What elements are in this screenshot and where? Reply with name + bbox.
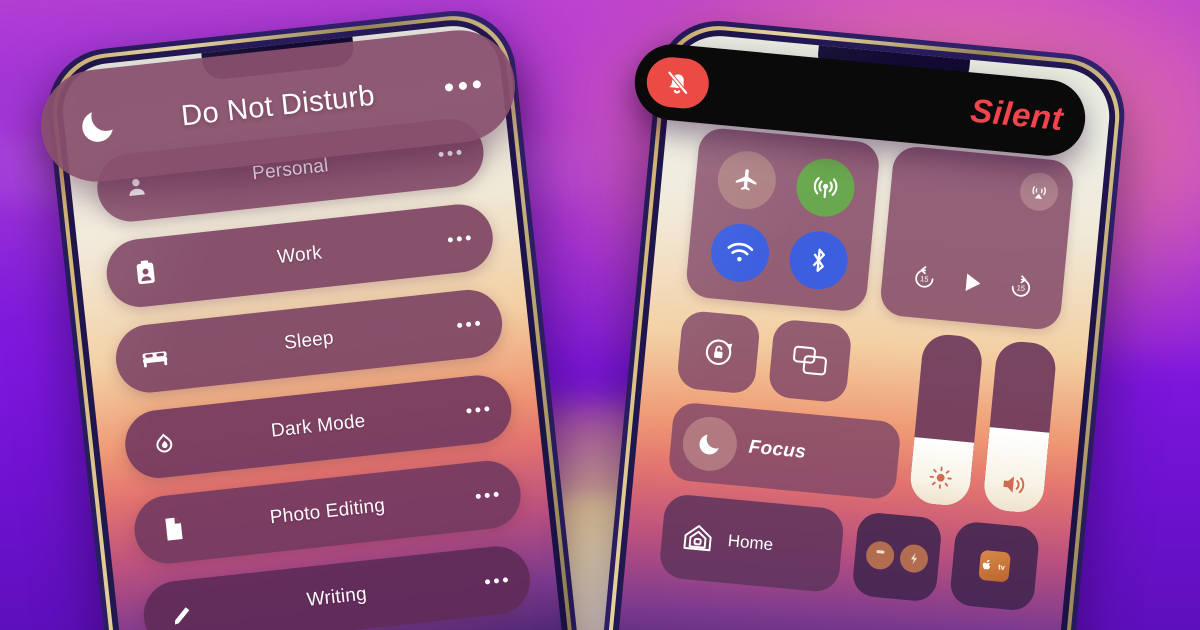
focus-row-label: Work [276,242,324,269]
svg-text:tv: tv [998,562,1006,572]
home-tile[interactable]: Home [658,492,846,594]
play-icon[interactable] [957,268,988,299]
more-options-icon[interactable] [437,234,471,244]
silent-label: Silent [968,91,1065,138]
flashlight-icon[interactable] [864,540,896,571]
apple-tv-icon: tv [978,549,1011,583]
timer-icon[interactable] [898,543,930,574]
airplane-mode-toggle[interactable] [715,148,779,212]
brightness-icon [910,462,972,494]
media-playback-tile: 15 15 [878,144,1076,332]
airplay-icon[interactable] [1018,171,1060,213]
sliders-group [908,332,1058,515]
cellular-data-toggle[interactable] [793,155,857,219]
more-options-icon[interactable] [465,491,499,500]
focus-row-label: Writing [305,583,368,611]
focus-row-label: Sleep [283,327,335,354]
screenshot-stage: Personal Work Sleep Dark Mode Photo Edit… [0,0,1200,630]
focus-tile-label: Focus [747,436,807,463]
more-options-icon[interactable] [474,576,509,586]
home-icon [681,521,716,556]
rewind-15-icon[interactable]: 15 [910,264,938,292]
document-icon [155,510,192,547]
focus-row-label: Photo Editing [268,495,387,529]
moon-icon [680,414,740,474]
control-center-bottom-row: Home tv [658,492,1041,612]
volume-slider[interactable] [981,339,1058,515]
connectivity-tile [684,126,881,313]
more-options-icon[interactable] [446,320,481,329]
pencil-icon [164,596,201,630]
do-not-disturb-title: Do Not Disturb [179,79,377,132]
droplet-icon [145,425,182,462]
bell-slash-icon [644,54,712,111]
focus-row-label: Dark Mode [270,410,367,442]
more-options-icon[interactable] [427,149,462,158]
forward-15-icon[interactable]: 15 [1007,273,1035,301]
more-options-icon[interactable] [435,79,482,93]
control-center: 15 15 Focus Home tv [658,126,1076,612]
toggles-and-focus-column: Focus [667,309,910,501]
focus-mode-list: Personal Work Sleep Dark Mode Photo Edit… [93,115,534,630]
svg-text:15: 15 [1016,283,1025,293]
flashlight-timer-tile[interactable] [851,511,943,603]
rotation-lock-icon[interactable] [676,309,762,395]
moon-icon [73,103,123,148]
focus-tile[interactable]: Focus [667,401,902,501]
svg-text:15: 15 [920,274,929,284]
brightness-slider[interactable] [908,332,985,508]
home-tile-label: Home [726,531,774,555]
more-options-icon[interactable] [455,405,490,415]
bed-icon [136,339,173,376]
screen-mirroring-icon[interactable] [767,318,853,404]
small-toggles-row [676,309,910,409]
bluetooth-toggle[interactable] [786,228,851,292]
control-center-middle-row: Focus [667,309,1058,515]
apple-tv-remote-tile[interactable]: tv [948,520,1041,612]
wifi-toggle[interactable] [708,220,772,284]
volume-icon [983,469,1045,501]
media-controls: 15 15 [881,260,1064,305]
id-badge-icon [127,254,164,291]
control-center-top-row: 15 15 [684,126,1076,332]
